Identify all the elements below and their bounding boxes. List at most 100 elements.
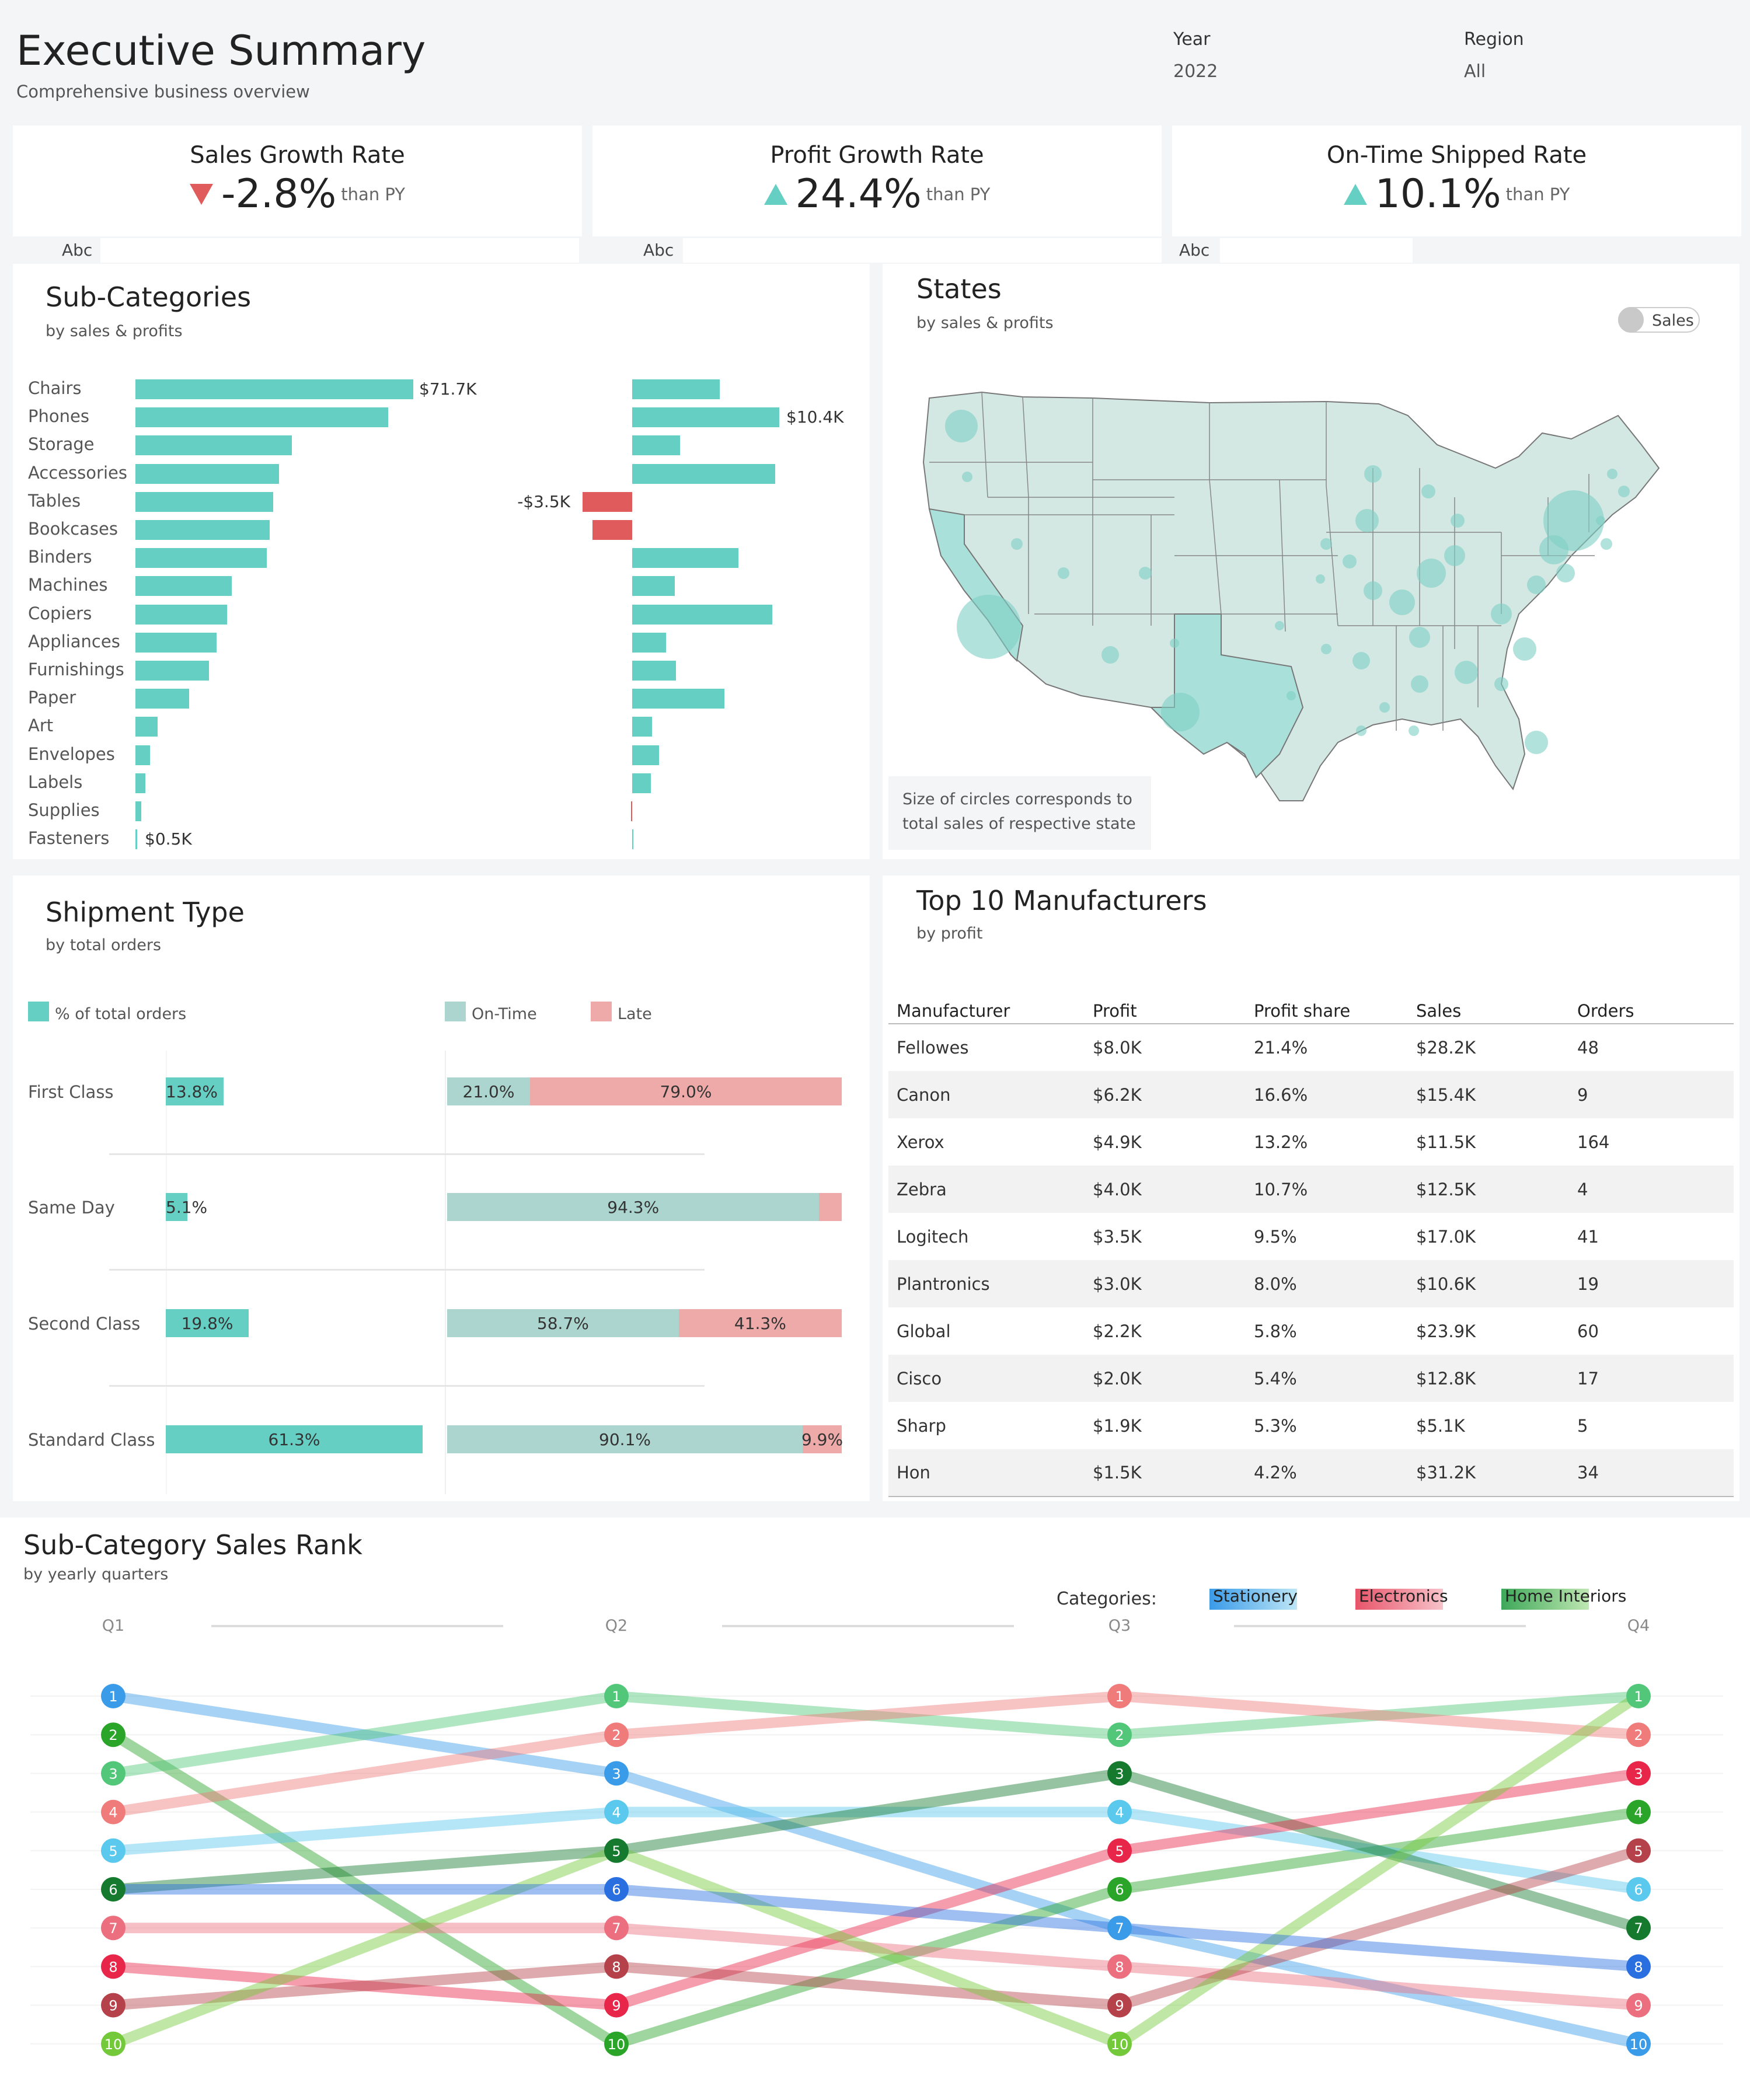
table-row[interactable]: Cisco $2.0K 5.4% $12.8K 17 <box>888 1355 1734 1402</box>
cell-orders: 17 <box>1569 1355 1734 1402</box>
cell-sales: $5.1K <box>1416 1415 1465 1436</box>
year-filter[interactable]: Year 2022 <box>1173 29 1348 82</box>
profit-bar[interactable] <box>592 520 632 540</box>
sales-bar[interactable] <box>135 661 210 681</box>
profit-bar[interactable] <box>632 829 634 850</box>
cell-profit-share: 5.3% <box>1254 1415 1297 1436</box>
profit-bar[interactable] <box>632 407 779 428</box>
sales-bar[interactable] <box>135 604 228 625</box>
sales-bar[interactable] <box>135 548 267 568</box>
region-filter[interactable]: Region All <box>1464 29 1639 82</box>
rank-subtitle: by yearly quarters <box>23 1565 169 1583</box>
late-bar[interactable] <box>819 1193 842 1221</box>
profit-label-top: $10.4K <box>786 407 844 427</box>
sales-bar[interactable] <box>135 576 232 596</box>
sales-bar[interactable] <box>135 407 388 428</box>
pct-label: 5.1% <box>166 1198 208 1217</box>
profit-bar[interactable] <box>632 548 738 568</box>
rank-point-label: 1 <box>1115 1689 1124 1705</box>
rank-point-label: 3 <box>109 1766 117 1782</box>
profit-bar[interactable] <box>632 632 667 653</box>
table-row[interactable]: Plantronics $3.0K 8.0% $10.6K 19 <box>888 1260 1734 1307</box>
cell-manufacturer: Cisco <box>888 1355 1085 1402</box>
cell-profit: $6.2K <box>1085 1071 1246 1118</box>
kpi-title: Profit Growth Rate <box>770 142 984 169</box>
subcategory-label: Accessories <box>28 462 127 483</box>
sales-bar[interactable] <box>135 689 190 709</box>
cell-orders: 5 <box>1577 1415 1588 1436</box>
sales-bar[interactable] <box>135 463 279 484</box>
cell-sales: $10.6K <box>1408 1260 1569 1307</box>
cell-orders: 4 <box>1569 1166 1734 1213</box>
kpi-profit-growth: Profit Growth Rate 24.4% than PY <box>592 125 1162 236</box>
cell-orders: 48 <box>1577 1038 1599 1058</box>
cell-sales: $23.9K <box>1416 1321 1476 1341</box>
table-row[interactable]: Logitech $3.5K 9.5% $17.0K 41 <box>888 1213 1734 1260</box>
col-manufacturer[interactable]: Manufacturer <box>888 998 1085 1024</box>
col-profit[interactable]: Profit <box>1085 998 1246 1024</box>
cell-profit: $1.9K <box>1093 1415 1142 1436</box>
profit-bar[interactable] <box>632 717 652 737</box>
legend-stationery[interactable]: Stationery <box>1209 1586 1298 1610</box>
profit-bar[interactable] <box>632 379 720 399</box>
profit-bar[interactable] <box>632 689 724 709</box>
cell-sales: $17.0K <box>1416 1226 1476 1247</box>
sales-bar[interactable] <box>135 745 151 765</box>
row-separator <box>109 1269 705 1271</box>
sales-bar[interactable] <box>135 520 270 540</box>
table-row[interactable]: Global $2.2K 5.8% $23.9K 60 <box>888 1307 1734 1355</box>
table-row[interactable]: Sharp $1.9K 5.3% $5.1K 5 <box>888 1402 1734 1449</box>
profit-bar[interactable] <box>632 773 651 793</box>
table-row[interactable]: Canon $6.2K 16.6% $15.4K 9 <box>888 1071 1734 1118</box>
profit-bar[interactable] <box>632 435 681 456</box>
subcategory-label: Furnishings <box>28 660 124 679</box>
profit-label-neg: -$3.5K <box>517 491 570 511</box>
cell-sales: $11.5K <box>1416 1132 1476 1152</box>
table-row[interactable]: Zebra $4.0K 10.7% $12.5K 4 <box>888 1166 1734 1213</box>
rank-point-label: 5 <box>612 1843 620 1860</box>
cell-profit: $2.2K <box>1093 1321 1142 1341</box>
profit-bar[interactable] <box>632 661 677 681</box>
sales-bar[interactable] <box>135 717 158 737</box>
sales-toggle[interactable]: Sales <box>1618 307 1700 333</box>
ontime-label: 94.3% <box>607 1198 660 1217</box>
up-triangle-icon <box>1343 183 1367 205</box>
cell-profit-share: 21.4% <box>1254 1038 1308 1058</box>
subcategory-label: Appliances <box>28 631 120 651</box>
region-filter-label: Region <box>1464 29 1524 50</box>
profit-bar[interactable] <box>583 491 632 512</box>
kpi-value-row: 24.4% than PY <box>592 171 1162 217</box>
profit-bar[interactable] <box>632 576 675 596</box>
kpi-suffix: than PY <box>341 184 405 204</box>
legend-electronics[interactable]: Electronics <box>1355 1586 1448 1610</box>
col-orders[interactable]: Orders <box>1569 998 1734 1024</box>
sales-bar[interactable] <box>135 632 217 653</box>
us-outline <box>922 391 1660 801</box>
sales-bar[interactable] <box>135 379 413 399</box>
rank-point-label: 2 <box>612 1727 620 1743</box>
us-map[interactable] <box>918 381 1711 824</box>
kpi-value: 10.1% <box>1375 171 1501 217</box>
rank-series-line[interactable] <box>108 1691 1644 1818</box>
profit-bar[interactable] <box>632 463 775 484</box>
cell-profit-share: 16.6% <box>1246 1071 1408 1118</box>
kpi-suffix: than PY <box>926 184 991 204</box>
table-row[interactable]: Xerox $4.9K 13.2% $11.5K 164 <box>888 1118 1734 1166</box>
shipment-label: Second Class <box>28 1314 141 1334</box>
sales-bar[interactable] <box>135 491 274 512</box>
table-row[interactable]: Hon $1.5K 4.2% $31.2K 34 <box>888 1449 1734 1497</box>
profit-bar[interactable] <box>632 745 660 765</box>
sales-bar[interactable] <box>135 773 146 793</box>
legend-home-interiors[interactable]: Home Interiors <box>1501 1586 1626 1610</box>
sales-bar[interactable] <box>135 829 138 850</box>
col-profit-share[interactable]: Profit share <box>1246 998 1408 1024</box>
profit-bar[interactable] <box>632 604 772 625</box>
profit-bar[interactable] <box>630 801 632 821</box>
sales-bar[interactable] <box>135 435 292 456</box>
table-body: Fellowes $8.0K 21.4% $28.2K 48 Canon $6.2K 16.6… <box>888 1024 1734 1497</box>
toggle-label: Sales <box>1652 312 1694 330</box>
col-sales[interactable]: Sales <box>1408 998 1569 1024</box>
cell-profit-share: 5.8% <box>1254 1321 1297 1341</box>
table-row[interactable]: Fellowes $8.0K 21.4% $28.2K 48 <box>888 1024 1734 1071</box>
sales-bar[interactable] <box>135 801 141 821</box>
